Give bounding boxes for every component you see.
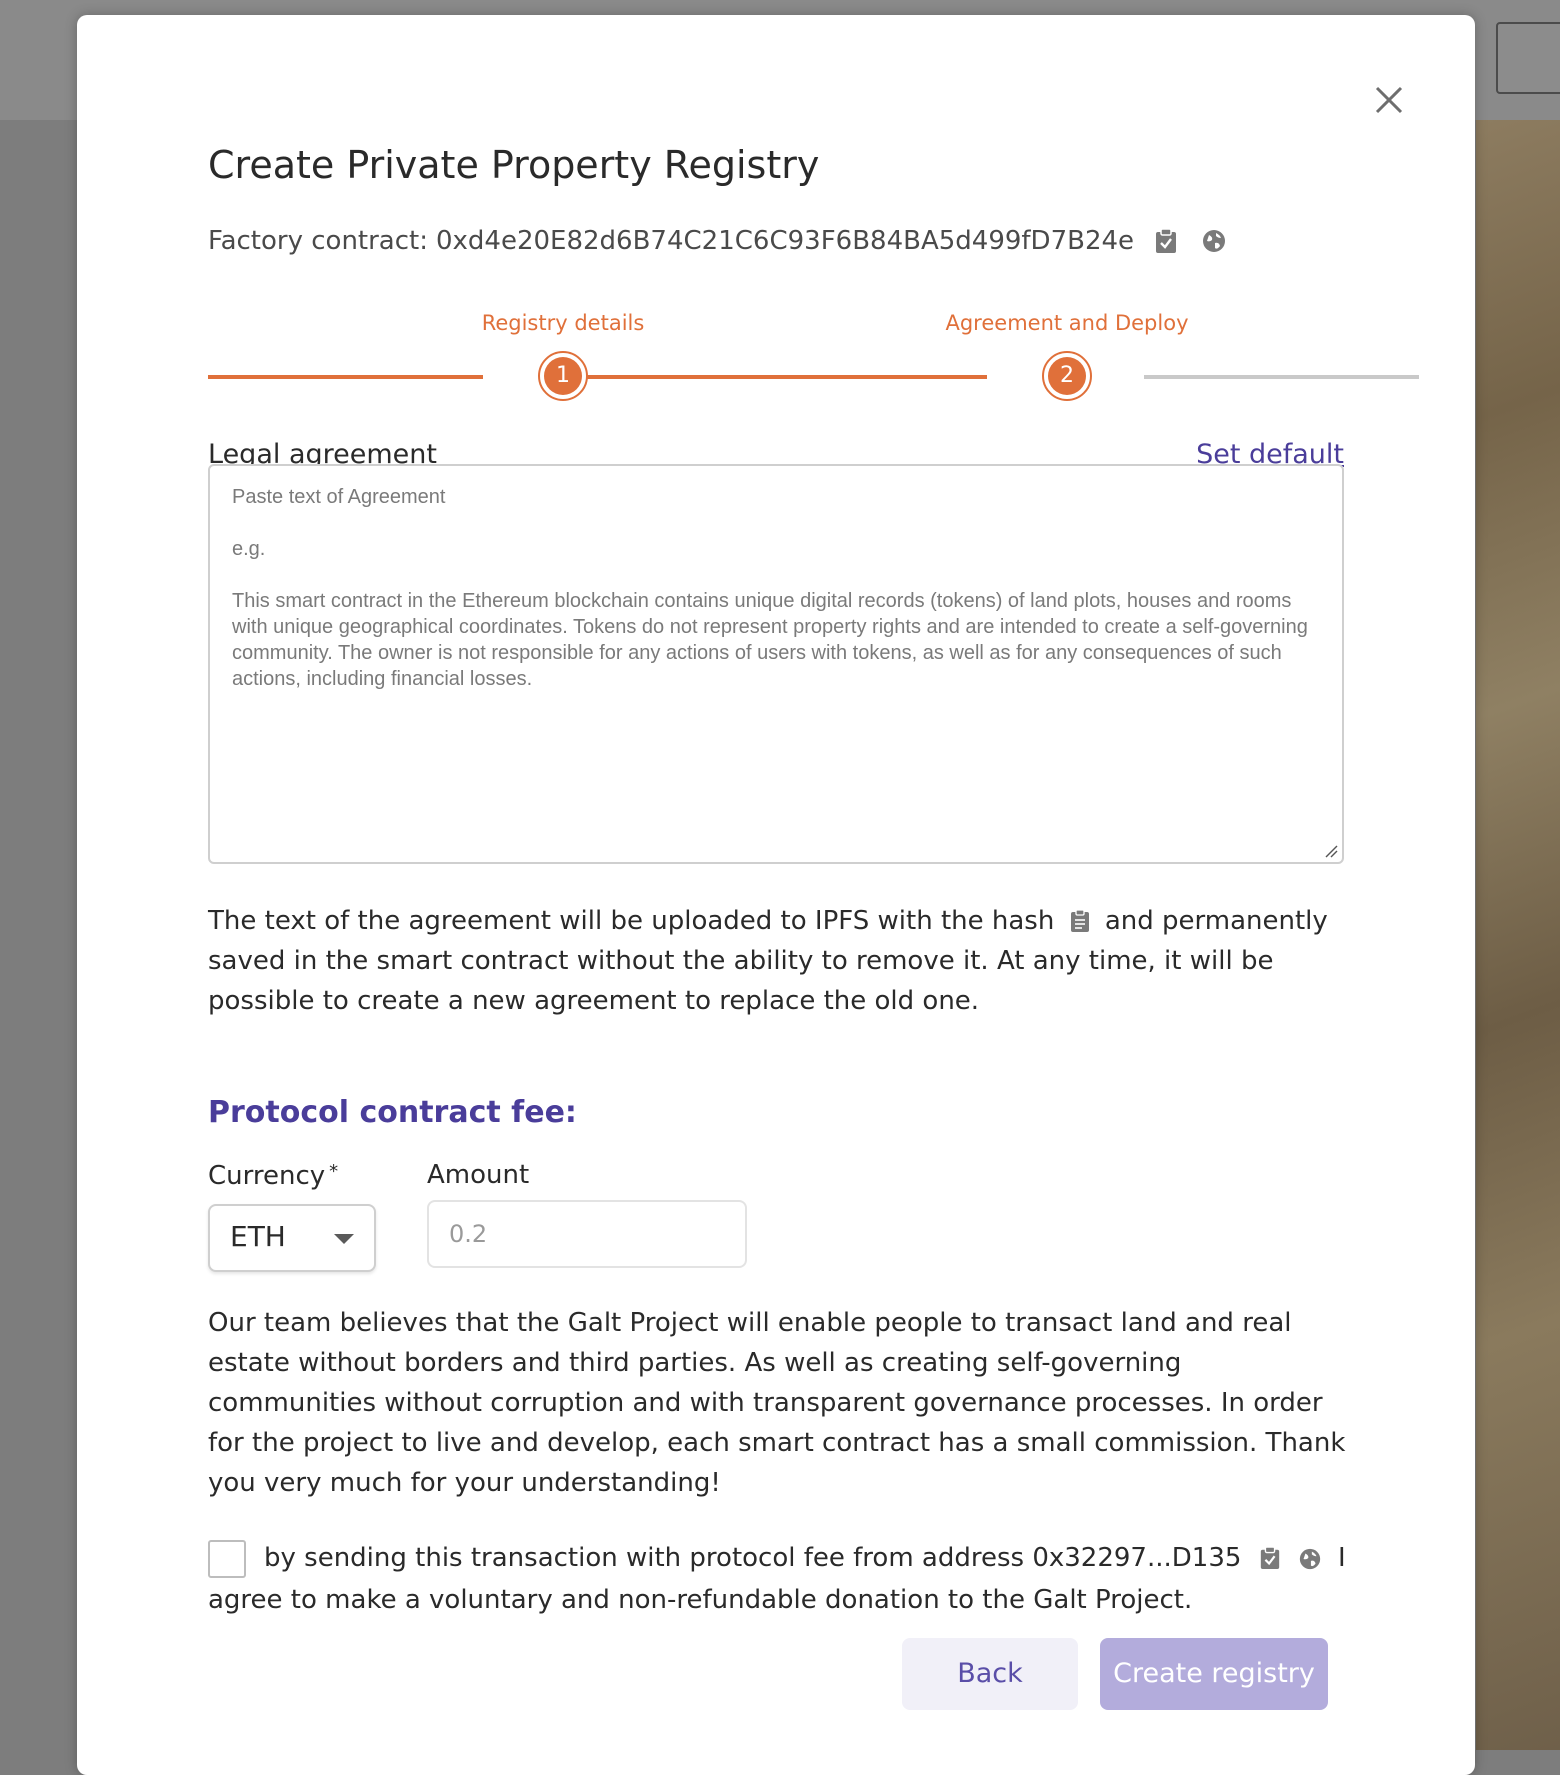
- copy-sender-address-button[interactable]: [1256, 1544, 1284, 1572]
- step-line-2: [564, 375, 987, 379]
- currency-label-text: Currency: [208, 1161, 326, 1191]
- placeholder-line-2: e.g.: [232, 538, 266, 560]
- globe-icon: [1299, 1548, 1320, 1570]
- create-registry-button[interactable]: Create registry: [1100, 1638, 1328, 1710]
- caret-down-icon: [334, 1234, 354, 1244]
- close-button[interactable]: [1364, 75, 1414, 125]
- back-button[interactable]: Back: [902, 1638, 1078, 1710]
- step-2-indicator[interactable]: 2: [1042, 351, 1092, 401]
- consent-text-before: by sending this transaction with protoco…: [264, 1543, 1242, 1573]
- view-factory-in-explorer-button[interactable]: [1198, 225, 1230, 257]
- step-line-3: [1144, 375, 1419, 379]
- factory-contract: Factory contract: 0xd4e20E82d6B74C21C6C9…: [208, 223, 1230, 259]
- donation-consent-checkbox[interactable]: [208, 1540, 246, 1578]
- modal-title: Create Private Property Registry: [208, 143, 820, 187]
- amount-input[interactable]: 0.2: [427, 1200, 747, 1268]
- close-icon: [1375, 86, 1403, 114]
- background-map: [1476, 120, 1560, 1750]
- background-top-button: [1496, 22, 1560, 94]
- agreement-placeholder: Paste text of Agreement e.g. This smart …: [232, 484, 1326, 718]
- currency-select[interactable]: ETH: [208, 1204, 376, 1272]
- clipboard-check-icon: [1156, 228, 1177, 253]
- step-2-label: Agreement and Deploy: [945, 311, 1189, 335]
- currency-label: Currency *: [208, 1161, 338, 1191]
- protocol-fee-title: Protocol contract fee:: [208, 1095, 577, 1130]
- ipfs-info-before: The text of the agreement will be upload…: [208, 906, 1055, 936]
- factory-address: 0xd4e20E82d6B74C21C6C93F6B84BA5d499fD7B2…: [435, 226, 1135, 256]
- step-1-label: Registry details: [481, 311, 645, 335]
- clipboard-icon: [1070, 909, 1089, 932]
- currency-value: ETH: [230, 1220, 286, 1253]
- globe-icon: [1203, 230, 1226, 252]
- view-sender-in-explorer-button[interactable]: [1296, 1545, 1324, 1573]
- required-mark: *: [329, 1161, 339, 1182]
- copy-factory-address-button[interactable]: [1150, 225, 1182, 257]
- step-2-number: 2: [1048, 357, 1086, 395]
- stepper: Registry details Agreement and Deploy 1 …: [208, 305, 1419, 415]
- factory-label: Factory contract:: [208, 226, 428, 256]
- copy-hash-button[interactable]: [1067, 908, 1093, 934]
- placeholder-line-1: Paste text of Agreement: [232, 486, 446, 508]
- resize-handle-icon[interactable]: [1324, 844, 1338, 858]
- team-message: Our team believes that the Galt Project …: [208, 1308, 1346, 1498]
- step-1-number: 1: [544, 357, 582, 395]
- step-line-1: [208, 375, 483, 379]
- ipfs-info-text: The text of the agreement will be upload…: [208, 901, 1348, 1021]
- agreement-textarea[interactable]: Paste text of Agreement e.g. This smart …: [208, 464, 1344, 864]
- amount-label: Amount: [427, 1160, 530, 1190]
- donation-consent: by sending this transaction with protoco…: [208, 1537, 1348, 1621]
- step-1-indicator[interactable]: 1: [538, 351, 588, 401]
- clipboard-check-icon: [1260, 1546, 1279, 1569]
- create-registry-modal: Create Private Property Registry Factory…: [77, 15, 1475, 1775]
- placeholder-line-3: This smart contract in the Ethereum bloc…: [232, 590, 1308, 690]
